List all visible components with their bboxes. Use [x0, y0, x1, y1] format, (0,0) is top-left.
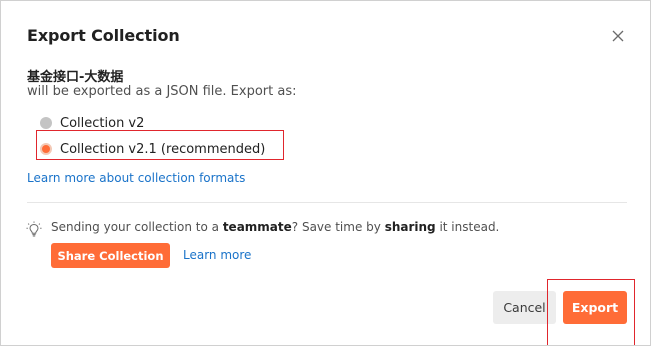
format-option-label: Collection v2 — [60, 115, 145, 131]
share-hint-teammate: teammate — [222, 220, 292, 234]
radio-unselected-icon[interactable] — [40, 117, 52, 129]
share-collection-button[interactable]: Share Collection — [51, 243, 170, 268]
divider — [27, 202, 627, 203]
close-icon — [612, 30, 624, 42]
share-hint-part: it instead. — [435, 220, 500, 234]
radio-selected-icon[interactable] — [40, 143, 52, 155]
lightbulb-icon — [26, 221, 42, 239]
format-option-label: Collection v2.1 (recommended) — [60, 141, 266, 157]
format-option-v2[interactable]: Collection v2 — [40, 113, 144, 133]
share-hint-sharing: sharing — [384, 220, 436, 234]
format-option-v2-1[interactable]: Collection v2.1 (recommended) — [40, 139, 265, 159]
share-hint-part: Sending your collection to a — [51, 220, 223, 234]
learn-more-link[interactable]: Learn more — [183, 248, 251, 262]
learn-more-formats-link[interactable]: Learn more about collection formats — [27, 171, 245, 185]
share-hint-part: ? Save time by — [291, 220, 385, 234]
share-hint-text: Sending your collection to a teammate? S… — [51, 220, 499, 234]
cancel-button[interactable]: Cancel — [493, 291, 556, 324]
collection-name: 基金接口-大数据 — [27, 70, 124, 85]
export-description: will be exported as a JSON file. Export … — [27, 84, 297, 99]
export-collection-dialog: Export Collection 基金接口-大数据 will be expor… — [0, 0, 651, 346]
dialog-title: Export Collection — [27, 26, 180, 45]
export-button[interactable]: Export — [563, 291, 627, 324]
close-button[interactable] — [607, 25, 629, 47]
